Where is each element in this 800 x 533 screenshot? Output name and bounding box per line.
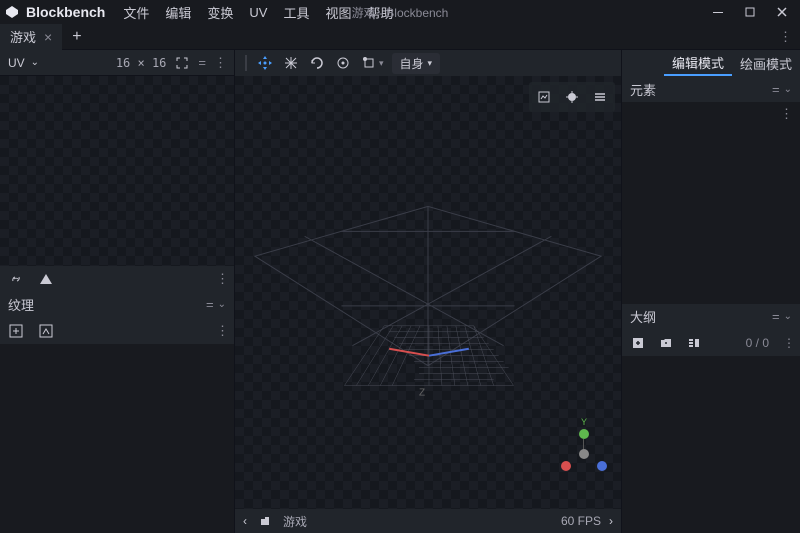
uv-dimensions: 16 × 16 [116, 56, 167, 70]
outline-eq-icon[interactable]: = [772, 309, 780, 324]
project-name: 游戏 [283, 513, 307, 530]
texture-toolbar: ⋮ [0, 318, 234, 344]
fullscreen-icon[interactable] [172, 53, 192, 73]
project-tabs: 游戏 × + ⋮ [0, 24, 800, 50]
add-group-icon[interactable] [656, 333, 676, 353]
uv-label: UV [8, 56, 25, 70]
menu-tools[interactable]: 工具 [275, 3, 317, 22]
project-tab-active[interactable]: 游戏 × [0, 24, 62, 50]
viewport-menu-icon[interactable] [588, 85, 612, 109]
warning-icon[interactable] [36, 269, 56, 289]
uv-caret-icon[interactable]: ⌄ [31, 57, 39, 68]
menu-uv[interactable]: UV [241, 5, 275, 20]
texture-panel-header[interactable]: 纹理 = ⌄ [0, 292, 234, 318]
vertex-dropdown-icon[interactable]: ▾ [379, 58, 384, 69]
outline-caret-icon[interactable]: ⌄ [784, 311, 792, 322]
shading-icon[interactable] [560, 85, 584, 109]
uv-more-icon[interactable]: ⋮ [214, 55, 226, 71]
minimize-button[interactable] [704, 2, 732, 22]
uv-toolbar: UV ⌄ 16 × 16 = ⋮ [0, 50, 234, 76]
tab-label: 游戏 [10, 27, 36, 46]
pivot-tool-icon[interactable] [331, 51, 355, 75]
statusbar: ‹ 游戏 60 FPS › [235, 509, 621, 533]
main-toolbar: ▾ 自身 ▾ [235, 50, 621, 76]
outline-more-icon[interactable]: ⋮ [783, 336, 794, 350]
link-icon[interactable] [6, 269, 26, 289]
fps-counter: 60 FPS [561, 514, 601, 528]
elements-more-icon[interactable]: ⋮ [780, 106, 792, 122]
texture-title: 纹理 [8, 295, 34, 314]
elements-panel-header[interactable]: 元素 = ⌄ [622, 76, 800, 102]
move-tool-icon[interactable] [253, 51, 277, 75]
app-name: Blockbench [26, 4, 105, 20]
rotate-tool-icon[interactable] [305, 51, 329, 75]
outline-list [622, 356, 800, 533]
tab-add-button[interactable]: + [62, 28, 91, 46]
screenshot-icon[interactable] [532, 85, 556, 109]
pivot-selector[interactable]: 自身 ▾ [392, 53, 441, 74]
mode-tab-edit[interactable]: 编辑模式 [664, 50, 732, 76]
axis-label-z: Z [419, 387, 425, 398]
history-back-icon[interactable]: ‹ [243, 514, 247, 528]
pivot-caret-icon: ▾ [428, 58, 433, 69]
menu-file[interactable]: 文件 [115, 3, 157, 22]
uv-tools-more-icon[interactable]: ⋮ [216, 271, 228, 287]
elements-title: 元素 [630, 80, 656, 99]
tab-close-icon[interactable]: × [44, 29, 52, 45]
elements-eq-icon[interactable]: = [772, 82, 780, 97]
toggle-list-icon[interactable] [684, 333, 704, 353]
elements-tools: ⋮ [622, 102, 800, 126]
uv-canvas[interactable] [0, 76, 234, 266]
tab-overflow-icon[interactable]: ⋮ [771, 29, 800, 45]
app-logo [4, 4, 20, 20]
toolbar-separator [245, 55, 247, 71]
orientation-gizmo[interactable]: Y [559, 429, 609, 479]
mode-tabs: 编辑模式 绘画模式 [622, 50, 800, 76]
vertex-tool-icon[interactable] [357, 51, 381, 75]
history-forward-icon[interactable]: › [609, 514, 613, 528]
outline-toolbar: 0 / 0 ⋮ [622, 330, 800, 356]
elements-list [622, 126, 800, 304]
project-icon [255, 511, 275, 531]
texture-more-icon[interactable]: ⋮ [216, 323, 228, 339]
import-texture-icon[interactable] [36, 321, 56, 341]
titlebar: Blockbench 文件 编辑 变换 UV 工具 视图 帮助 游戏 - Blo… [0, 0, 800, 24]
texture-eq-icon[interactable]: = [206, 297, 214, 312]
viewport-3d[interactable]: Z Y [235, 76, 621, 509]
menu-transform[interactable]: 变换 [199, 3, 241, 22]
window-title: 游戏 - Blockbench [352, 4, 449, 21]
outline-count: 0 / 0 [746, 336, 769, 350]
menu-edit[interactable]: 编辑 [157, 3, 199, 22]
uv-eq-icon[interactable]: = [198, 55, 206, 70]
resize-tool-icon[interactable] [279, 51, 303, 75]
mode-tab-paint[interactable]: 绘画模式 [732, 50, 800, 76]
pivot-label: 自身 [400, 55, 424, 72]
add-cube-icon[interactable] [628, 333, 648, 353]
elements-caret-icon[interactable]: ⌄ [784, 84, 792, 95]
outline-title: 大纲 [630, 307, 656, 326]
close-button[interactable] [768, 2, 796, 22]
outline-panel-header[interactable]: 大纲 = ⌄ [622, 304, 800, 330]
add-texture-icon[interactable] [6, 321, 26, 341]
maximize-button[interactable] [736, 2, 764, 22]
texture-caret-icon[interactable]: ⌄ [218, 299, 226, 310]
texture-list [0, 344, 234, 533]
uv-tools: ⋮ [0, 266, 234, 292]
